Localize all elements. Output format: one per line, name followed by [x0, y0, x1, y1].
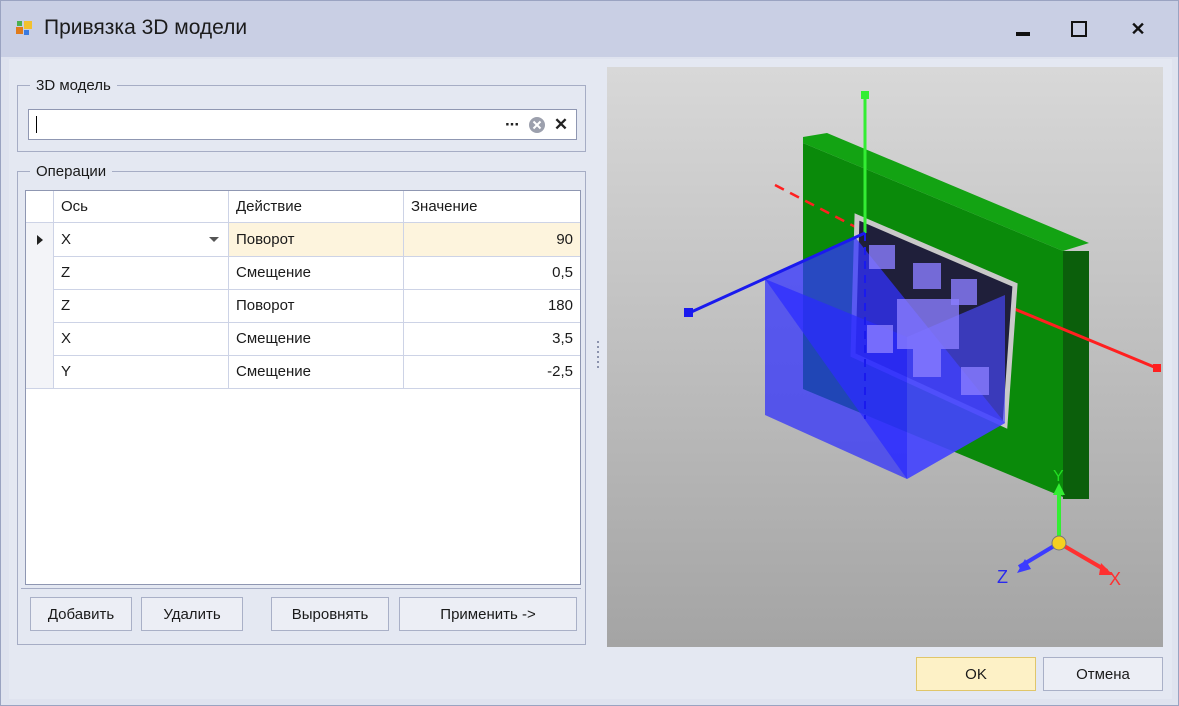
gizmo-y-label: Y: [1053, 468, 1064, 485]
operations-grid[interactable]: Ось Действие Значение X Поворот 90 Z Сме…: [25, 190, 581, 585]
clear-circle-icon: [529, 117, 545, 133]
axis-cell[interactable]: Z: [54, 256, 229, 289]
gizmo-x-axis: [1057, 541, 1109, 573]
3d-scene[interactable]: Y X Z: [607, 67, 1163, 647]
axis-cell[interactable]: Y: [54, 355, 229, 388]
axis-value: X: [61, 231, 72, 248]
action-cell[interactable]: Смещение: [229, 256, 404, 289]
y-axis-end-marker: [861, 91, 869, 99]
gizmo-z-label: Z: [997, 567, 1008, 587]
ellipsis-icon: ···: [505, 115, 520, 134]
window-title: Привязка 3D модели: [44, 16, 248, 39]
action-cell[interactable]: Поворот: [229, 289, 404, 322]
maximize-button[interactable]: [1059, 13, 1099, 45]
value-cell[interactable]: 90: [404, 223, 580, 256]
delete-button[interactable]: Удалить: [141, 597, 243, 631]
apply-button[interactable]: Применить ->: [399, 597, 577, 631]
z-axis-end-marker: [684, 308, 693, 317]
table-row[interactable]: Z Поворот 180: [26, 289, 580, 323]
x-axis-end-marker: [1153, 364, 1161, 372]
grid-header: Ось Действие Значение: [26, 191, 580, 223]
current-row-arrow-icon: [37, 235, 43, 245]
value-cell[interactable]: 3,5: [404, 322, 580, 355]
gizmo-x-label: X: [1109, 569, 1121, 589]
row-indicator: [26, 289, 54, 322]
model-file-input[interactable]: ··· ✕: [28, 109, 577, 140]
operations-group: Операции Ось Действие Значение X Поворот…: [17, 163, 586, 645]
value-cell[interactable]: -2,5: [404, 355, 580, 388]
table-row[interactable]: X Поворот 90: [26, 223, 580, 257]
dialog-client: 3D модель ··· ✕ Операции Ось Действие Зн…: [9, 59, 1172, 699]
table-row[interactable]: Z Смещение 0,5: [26, 256, 580, 290]
column-header-axis[interactable]: Ось: [54, 191, 229, 222]
row-indicator: [26, 355, 54, 388]
app-icon: [16, 21, 32, 35]
gizmo-origin: [1051, 535, 1067, 551]
operations-group-title: Операции: [30, 163, 113, 180]
chip-pad: [869, 245, 895, 269]
column-header-action[interactable]: Действие: [229, 191, 404, 222]
model-group-title: 3D модель: [30, 77, 117, 94]
clear-button[interactable]: [527, 115, 547, 135]
header-indicator-cell: [26, 191, 54, 222]
board-side-face: [1063, 251, 1089, 499]
title-bar[interactable]: Привязка 3D модели ✕: [1, 1, 1178, 57]
action-cell[interactable]: Смещение: [229, 355, 404, 388]
minimize-icon: [1016, 32, 1030, 36]
axis-cell[interactable]: X: [54, 322, 229, 355]
close-icon: ✕: [1130, 18, 1146, 39]
value-cell[interactable]: 0,5: [404, 256, 580, 289]
remove-icon: ✕: [553, 115, 569, 134]
action-cell[interactable]: Смещение: [229, 322, 404, 355]
row-indicator: [26, 256, 54, 289]
value-cell[interactable]: 180: [404, 289, 580, 322]
cancel-button[interactable]: Отмена: [1043, 657, 1163, 691]
maximize-icon: [1071, 21, 1087, 37]
splitter-handle[interactable]: [595, 341, 601, 371]
ok-button[interactable]: OK: [916, 657, 1036, 691]
minimize-button[interactable]: [1003, 13, 1043, 45]
3d-viewport[interactable]: Y X Z: [607, 67, 1163, 647]
chip-pad: [913, 349, 941, 377]
table-row[interactable]: X Смещение 3,5: [26, 322, 580, 356]
chip-pad: [913, 263, 941, 289]
dialog-window: Привязка 3D модели ✕ 3D модель ··· ✕ Опе…: [0, 0, 1179, 706]
add-button[interactable]: Добавить: [30, 597, 132, 631]
close-button[interactable]: ✕: [1118, 13, 1158, 45]
axis-cell[interactable]: X: [54, 223, 229, 256]
chip-pad: [897, 299, 959, 349]
action-cell[interactable]: Поворот: [229, 223, 404, 256]
table-row[interactable]: Y Смещение -2,5: [26, 355, 580, 389]
orientation-gizmo: Y X Z: [997, 468, 1121, 589]
model-group: 3D модель ··· ✕: [17, 77, 586, 152]
column-header-value[interactable]: Значение: [404, 191, 580, 222]
align-button[interactable]: Выровнять: [271, 597, 389, 631]
grid-button-panel: [21, 588, 581, 589]
row-indicator: [26, 322, 54, 355]
remove-button[interactable]: ✕: [551, 115, 571, 135]
text-caret: [36, 116, 37, 133]
browse-button[interactable]: ···: [501, 115, 523, 135]
dropdown-arrow-icon[interactable]: [209, 237, 219, 242]
axis-cell[interactable]: Z: [54, 289, 229, 322]
chip-pad: [961, 367, 989, 395]
row-indicator: [26, 223, 54, 256]
chip-pad: [867, 325, 893, 353]
